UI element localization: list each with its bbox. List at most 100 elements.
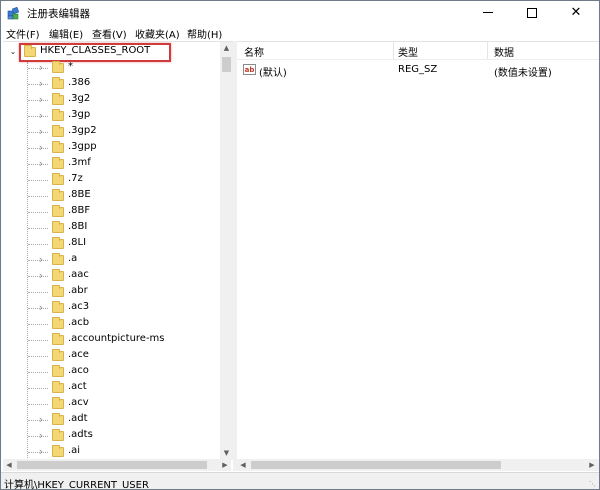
chevron-down-icon[interactable]: ⌄ — [9, 47, 17, 57]
tree-item[interactable]: .acb — [3, 316, 220, 332]
chevron-right-icon[interactable]: › — [37, 302, 45, 313]
chevron-right-icon[interactable]: › — [37, 158, 45, 169]
scroll-thumb-horizontal[interactable] — [17, 461, 207, 469]
scroll-thumb-horizontal[interactable] — [251, 461, 501, 469]
tree-item[interactable]: .abr — [3, 284, 220, 300]
menu-bar: 文件(F) 编辑(E) 查看(V) 收藏夹(A) 帮助(H) — [1, 25, 599, 41]
tree-item[interactable]: › .adts — [3, 428, 220, 444]
menu-file[interactable]: 文件(F) — [6, 26, 40, 41]
tree-item[interactable]: › .3g2 — [3, 92, 220, 108]
scroll-right-arrow-icon[interactable]: ▶ — [219, 459, 231, 471]
tree-item-label[interactable]: * — [68, 61, 73, 72]
tree-item-label[interactable]: .3mf — [68, 157, 91, 168]
scroll-up-arrow-icon[interactable]: ▲ — [220, 42, 233, 55]
tree-item-label[interactable]: .7z — [68, 173, 83, 184]
tree-item-label[interactable]: .8BF — [68, 205, 90, 216]
chevron-right-icon[interactable]: › — [37, 446, 45, 457]
tree-item-label[interactable]: .3gpp — [68, 141, 97, 152]
title-bar[interactable]: 注册表编辑器 ✕ — [1, 1, 599, 25]
tree-item-label[interactable]: .8LI — [68, 237, 86, 248]
tree-item-label[interactable]: .aco — [68, 365, 89, 376]
tree-item[interactable]: › * — [3, 60, 220, 76]
tree-item[interactable]: .aco — [3, 364, 220, 380]
tree-item[interactable]: › .3gpp — [3, 140, 220, 156]
tree-item-label[interactable]: .aac — [68, 269, 89, 280]
close-button[interactable]: ✕ — [554, 1, 598, 25]
tree-item[interactable]: › .3mf — [3, 156, 220, 172]
tree-item-label[interactable]: .adt — [68, 413, 88, 424]
chevron-right-icon[interactable]: › — [37, 430, 45, 441]
menu-help[interactable]: 帮助(H) — [187, 26, 222, 41]
tree-item[interactable]: .8BI — [3, 220, 220, 236]
tree-horizontal-scrollbar[interactable]: ◀ ▶ — [3, 459, 231, 471]
chevron-right-icon[interactable]: › — [37, 94, 45, 105]
chevron-right-icon[interactable]: › — [37, 142, 45, 153]
tree-item[interactable]: › .3gp2 — [3, 124, 220, 140]
tree-item[interactable]: › .adt — [3, 412, 220, 428]
minimize-button[interactable] — [466, 1, 510, 25]
values-horizontal-scrollbar[interactable]: ◀ ▶ — [237, 459, 599, 471]
value-data: (数值未设置) — [494, 68, 552, 79]
folder-icon — [52, 125, 64, 137]
tree-item[interactable]: .ace — [3, 348, 220, 364]
chevron-right-icon[interactable]: › — [37, 110, 45, 121]
tree-item[interactable]: › .aac — [3, 268, 220, 284]
tree-item-label[interactable]: .ai — [68, 445, 80, 456]
column-header-data[interactable]: 数据 — [494, 44, 514, 59]
tree-item[interactable]: .8LI — [3, 236, 220, 252]
tree-item[interactable]: .8BE — [3, 188, 220, 204]
minimize-icon — [483, 12, 493, 13]
tree-vertical-scrollbar[interactable]: ▲ ▼ — [220, 42, 233, 460]
column-divider[interactable] — [393, 42, 394, 59]
scroll-right-arrow-icon[interactable]: ▶ — [586, 459, 598, 471]
tree-item-label[interactable]: .8BE — [68, 189, 91, 200]
tree-item[interactable]: .8BF — [3, 204, 220, 220]
values-pane[interactable]: 名称 类型 数据 ab (默认) REG_SZ (数值未设置) — [237, 41, 599, 460]
chevron-right-icon[interactable]: › — [37, 126, 45, 137]
folder-icon — [52, 429, 64, 441]
chevron-right-icon[interactable]: › — [37, 270, 45, 281]
tree-item-label[interactable]: .act — [68, 381, 87, 392]
tree-item-label[interactable]: .3gp — [68, 109, 90, 120]
column-header-name[interactable]: 名称 — [244, 44, 264, 59]
chevron-right-icon[interactable]: › — [37, 414, 45, 425]
key-tree[interactable]: ⌄ HKEY_CLASSES_ROOT › * › .386 › .3g2 › .3gp › .3… — [3, 42, 220, 460]
tree-item[interactable]: .7z — [3, 172, 220, 188]
menu-favorites[interactable]: 收藏夹(A) — [135, 26, 180, 41]
tree-item[interactable]: › .386 — [3, 76, 220, 92]
tree-item-label[interactable]: .ace — [68, 349, 89, 360]
tree-item-label[interactable]: .adts — [68, 429, 93, 440]
tree-item[interactable]: › .3gp — [3, 108, 220, 124]
key-tree-pane[interactable]: ⌄ HKEY_CLASSES_ROOT › * › .386 › .3g2 › .3gp › .3… — [3, 41, 233, 460]
tree-item-label[interactable]: .accountpicture-ms — [68, 333, 165, 344]
tree-item-label[interactable]: .a — [68, 253, 77, 264]
tree-item[interactable]: › .ac3 — [3, 300, 220, 316]
tree-item-label[interactable]: .3g2 — [68, 93, 90, 104]
value-name[interactable]: (默认) — [259, 64, 287, 79]
tree-item-label[interactable]: .acv — [68, 397, 89, 408]
tree-item-label[interactable]: .abr — [68, 285, 88, 296]
chevron-right-icon[interactable]: › — [37, 254, 45, 265]
maximize-button[interactable] — [510, 1, 554, 25]
tree-item[interactable]: › .ai — [3, 444, 220, 460]
tree-item-label[interactable]: .acb — [68, 317, 89, 328]
chevron-right-icon[interactable]: › — [37, 78, 45, 89]
tree-item[interactable]: .act — [3, 380, 220, 396]
menu-view[interactable]: 查看(V) — [92, 26, 127, 41]
scroll-left-arrow-icon[interactable]: ◀ — [237, 459, 249, 471]
column-divider[interactable] — [487, 42, 488, 59]
tree-item[interactable]: .acv — [3, 396, 220, 412]
menu-edit[interactable]: 编辑(E) — [49, 26, 83, 41]
chevron-right-icon[interactable]: › — [37, 62, 45, 73]
column-header-type[interactable]: 类型 — [398, 44, 418, 59]
tree-item-label[interactable]: .8BI — [68, 221, 87, 232]
resize-grip-icon[interactable]: ⋱ — [589, 480, 597, 488]
tree-item-label[interactable]: .3gp2 — [68, 125, 97, 136]
scroll-left-arrow-icon[interactable]: ◀ — [3, 459, 15, 471]
tree-item[interactable]: › .a — [3, 252, 220, 268]
folder-icon — [52, 237, 64, 249]
tree-item-label[interactable]: .386 — [68, 77, 90, 88]
tree-item-label[interactable]: .ac3 — [68, 301, 89, 312]
scroll-thumb[interactable] — [222, 57, 231, 72]
tree-item[interactable]: .accountpicture-ms — [3, 332, 220, 348]
